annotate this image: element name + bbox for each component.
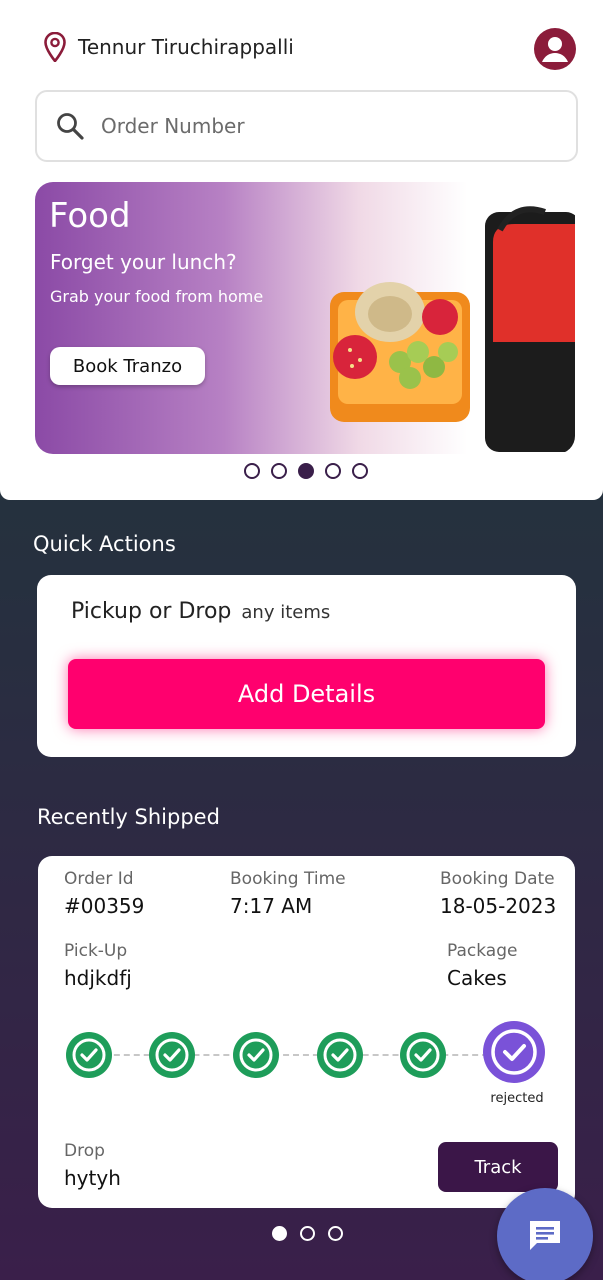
- booking-date-value: 18-05-2023: [440, 894, 557, 918]
- banner-carousel-dots[interactable]: [244, 463, 368, 479]
- chat-button[interactable]: [497, 1188, 593, 1280]
- package-value: Cakes: [447, 966, 507, 990]
- quick-actions-card: Pickup or Drop any items Add Details: [37, 575, 576, 757]
- carousel-dot[interactable]: [244, 463, 260, 479]
- carousel-dot[interactable]: [325, 463, 341, 479]
- step-check-icon: [66, 1032, 112, 1078]
- order-id-value: #00359: [64, 894, 145, 918]
- location-pin-icon: [44, 32, 66, 62]
- banner-title: Food: [49, 196, 131, 236]
- carousel-dot[interactable]: [352, 463, 368, 479]
- pager-dot[interactable]: [328, 1226, 343, 1241]
- drop-value: hytyh: [64, 1166, 121, 1190]
- pager-dot-active[interactable]: [272, 1226, 287, 1241]
- location-selector[interactable]: Tennur Tiruchirappalli: [44, 32, 294, 62]
- package-label: Package: [447, 941, 518, 961]
- step-check-icon: [400, 1032, 446, 1078]
- status-rejected-label: rejected: [490, 1091, 544, 1106]
- pickup-label: Pick-Up: [64, 941, 128, 961]
- banner-subtitle: Forget your lunch?: [50, 250, 237, 274]
- shipment-pager-dots[interactable]: [272, 1226, 343, 1241]
- book-tranzo-button[interactable]: Book Tranzo: [50, 347, 205, 385]
- search-bar[interactable]: Order Number: [35, 90, 578, 162]
- step-check-icon: [233, 1032, 279, 1078]
- carousel-dot[interactable]: [271, 463, 287, 479]
- order-id-label: Order Id: [64, 869, 134, 889]
- shipment-card[interactable]: Order Id #00359 Booking Time 7:17 AM Boo…: [38, 856, 575, 1208]
- track-button[interactable]: Track: [438, 1142, 558, 1192]
- lunchbox-illustration: [330, 206, 575, 452]
- pager-dot[interactable]: [300, 1226, 315, 1241]
- promo-banner[interactable]: Food Forget your lunch? Grab your food f…: [35, 182, 575, 454]
- shipment-progress: rejected: [64, 1018, 548, 1108]
- carousel-dot-active[interactable]: [298, 463, 314, 479]
- prompt-strong: Pickup or Drop: [71, 599, 232, 624]
- chat-icon: [530, 1221, 560, 1250]
- recently-shipped-title: Recently Shipped: [37, 805, 220, 829]
- quick-actions-prompt: Pickup or Drop any items: [71, 599, 330, 624]
- step-check-icon: [317, 1032, 363, 1078]
- booking-time-label: Booking Time: [230, 869, 346, 889]
- pickup-value: hdjkdfj: [64, 966, 132, 990]
- step-check-icon: [149, 1032, 195, 1078]
- user-avatar-icon[interactable]: [534, 28, 576, 70]
- step-rejected-icon: [483, 1021, 545, 1083]
- location-label: Tennur Tiruchirappalli: [78, 35, 294, 59]
- quick-actions-title: Quick Actions: [33, 532, 176, 556]
- header-panel: Tennur Tiruchirappalli Order Number Food…: [0, 0, 603, 500]
- prompt-light: any items: [241, 602, 331, 623]
- banner-tagline: Grab your food from home: [50, 287, 264, 306]
- drop-label: Drop: [64, 1141, 105, 1161]
- booking-time-value: 7:17 AM: [230, 894, 313, 918]
- booking-date-label: Booking Date: [440, 869, 555, 889]
- add-details-button[interactable]: Add Details: [68, 659, 545, 729]
- search-input[interactable]: Order Number: [101, 114, 245, 138]
- search-icon: [57, 113, 84, 140]
